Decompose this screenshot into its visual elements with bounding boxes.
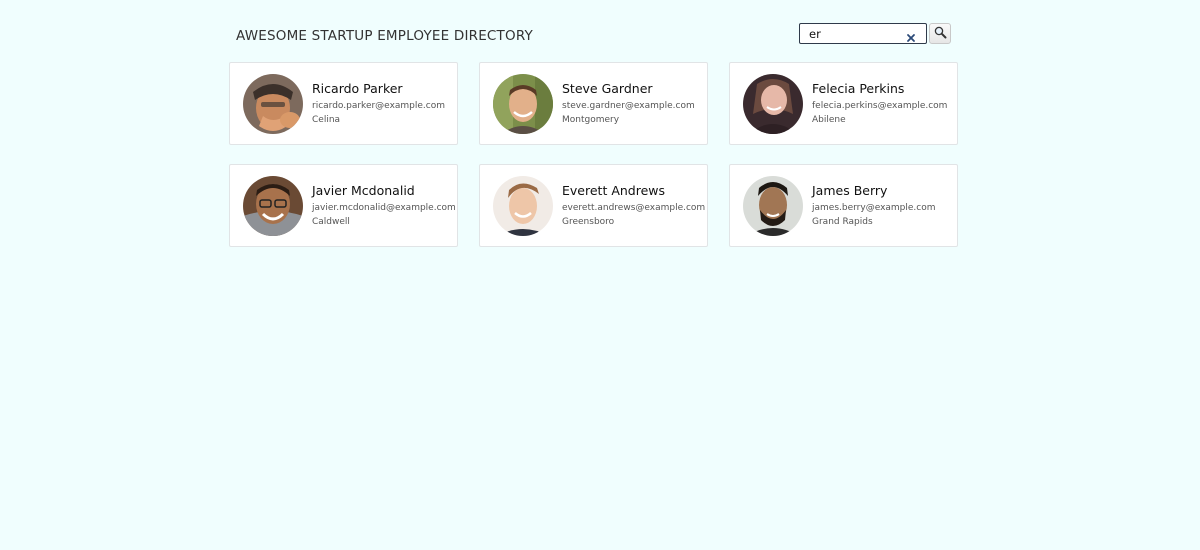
employee-card[interactable]: James Berry james.berry@example.com Gran… xyxy=(729,164,958,247)
search-button[interactable] xyxy=(929,23,951,44)
employee-city: Montgomery xyxy=(562,114,620,125)
search-box xyxy=(799,23,927,44)
avatar xyxy=(493,175,553,236)
employee-name: Felecia Perkins xyxy=(812,80,905,96)
employee-city: Grand Rapids xyxy=(812,216,873,227)
employee-city: Greensboro xyxy=(562,216,615,227)
employee-name: Everett Andrews xyxy=(562,182,666,198)
employee-grid: Ricardo Parker ricardo.parker@example.co… xyxy=(229,62,958,247)
employee-city: Abilene xyxy=(812,114,846,125)
employee-city: Celina xyxy=(312,114,341,125)
employee-email: everett.andrews@example.com xyxy=(562,202,706,213)
employee-card[interactable]: Ricardo Parker ricardo.parker@example.co… xyxy=(229,62,458,145)
employee-email: felecia.perkins@example.com xyxy=(812,100,948,111)
employee-email: steve.gardner@example.com xyxy=(562,100,695,111)
avatar xyxy=(743,175,803,236)
employee-card[interactable]: Felecia Perkins felecia.perkins@example.… xyxy=(729,62,958,145)
close-icon[interactable] xyxy=(906,28,916,42)
employee-email: javier.mcdonalid@example.com xyxy=(312,202,456,213)
search-form xyxy=(799,23,951,44)
employee-card[interactable]: Everett Andrews everett.andrews@example.… xyxy=(479,164,708,247)
avatar xyxy=(743,73,803,134)
employee-name: Ricardo Parker xyxy=(312,80,403,96)
avatar xyxy=(243,73,303,134)
page-title: AWESOME STARTUP EMPLOYEE DIRECTORY xyxy=(236,28,533,44)
employee-email: james.berry@example.com xyxy=(812,202,936,213)
avatar xyxy=(243,175,303,236)
employee-name: Steve Gardner xyxy=(562,80,653,96)
employee-card[interactable]: Steve Gardner steve.gardner@example.com … xyxy=(479,62,708,145)
employee-name: James Berry xyxy=(812,182,888,198)
employee-card[interactable]: Javier Mcdonalid javier.mcdonalid@exampl… xyxy=(229,164,458,247)
employee-email: ricardo.parker@example.com xyxy=(312,100,446,111)
employee-city: Caldwell xyxy=(312,216,350,227)
employee-name: Javier Mcdonalid xyxy=(312,182,415,198)
avatar xyxy=(493,73,553,134)
search-icon xyxy=(934,26,947,42)
